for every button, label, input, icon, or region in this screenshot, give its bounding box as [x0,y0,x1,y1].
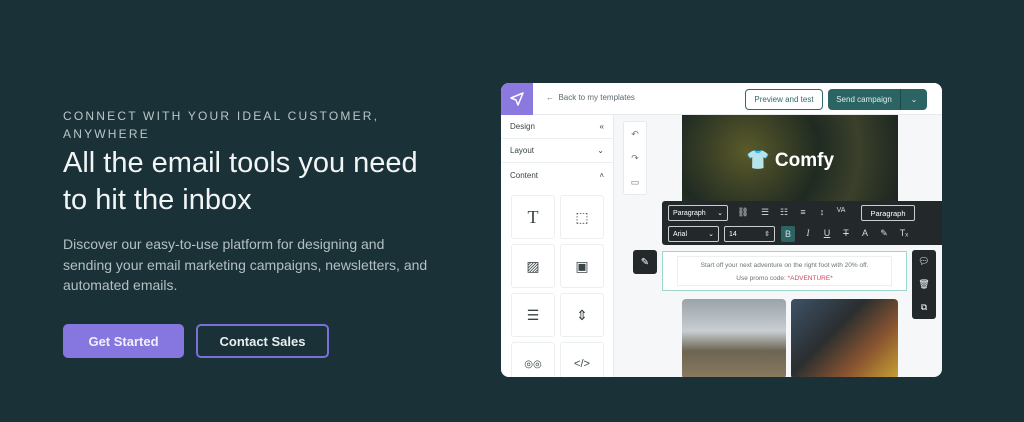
text-color-icon[interactable]: A [858,228,872,238]
block-actions: 💬︎ 🗑︎ ⧉ [912,250,936,319]
bold-icon[interactable]: B [781,226,795,242]
clear-format-icon[interactable]: Tₓ [897,228,911,238]
hero-description: Discover our easy-to-use platform for de… [63,236,428,293]
link-icon[interactable]: ⛓ [736,207,750,218]
chevron-down-icon: ⌄ [597,146,604,155]
text-block-content[interactable]: Start off your next adventure on the rig… [677,256,892,286]
collapse-icon: « [599,122,604,131]
font-size-stepper[interactable]: 14 ⇳ [724,226,775,242]
boots-photo [791,299,898,377]
redo-icon[interactable]: ↷ [624,146,646,170]
social-block-icon[interactable]: ◎◎ [511,342,555,377]
font-select[interactable]: Arial ⌄ [668,226,719,242]
text-format-toolbar: Paragraph ⌄ ⛓ ☰ ☷ ≡ ↕ VA Paragraph Arial ⌄… [662,201,942,245]
back-link[interactable]: ← Back to my templates [546,93,635,102]
block-type-select[interactable]: Paragraph ⌄ [668,205,728,221]
editor-sidebar: Design « Layout ⌄ Content ˄ T ⬚ ▨ ▣ ☰ ⇕ ◎◎ … [501,115,614,377]
chevron-down-icon: ⌄ [717,210,723,217]
text-block-icon[interactable]: T [511,195,555,239]
sidebar-item-content[interactable]: Content ˄ [501,163,613,187]
bullet-list-icon[interactable]: ☰ [758,207,772,218]
editor-header: ← Back to my templates Preview and test … [501,83,942,115]
header-image: 👕 Comfy [682,115,898,205]
history-tools: ↶ ↷ ▭ [623,121,647,195]
video-block-icon[interactable]: ▣ [560,244,604,288]
comment-icon[interactable]: ▭ [624,170,646,194]
edit-pencil-icon[interactable]: ✎ [633,250,657,274]
duplicate-icon[interactable]: ⧉ [912,296,936,319]
sidebar-item-layout[interactable]: Layout ⌄ [501,139,613,163]
numbered-list-icon[interactable]: ☷ [777,207,791,218]
hero-title: All the email tools you need to hit the … [63,147,418,216]
brand-logo: 👕 Comfy [745,150,835,171]
underline-icon[interactable]: U [820,228,834,238]
chevron-down-icon: ⌄ [708,231,714,238]
undo-icon[interactable]: ↶ [624,122,646,146]
trash-icon[interactable]: 🗑︎ [912,273,936,296]
chevron-down-icon[interactable]: ⌄ [901,89,927,110]
html-block-icon[interactable]: </> [560,342,604,377]
promo-code: *ADVENTURE* [787,275,833,282]
button-block-icon[interactable]: ⬚ [560,195,604,239]
editor-preview: ← Back to my templates Preview and test … [501,83,942,377]
hiker-photo [682,299,786,377]
italic-icon[interactable]: I [801,228,815,238]
letter-spacing-icon[interactable]: VA [834,207,848,214]
chevron-up-icon: ˄ [599,170,604,180]
strikethrough-icon[interactable]: T [839,228,853,238]
stepper-icon: ⇳ [764,231,770,238]
paragraph-style-button[interactable]: Paragraph [861,205,915,221]
text-block-selected[interactable]: Start off your next adventure on the rig… [662,251,907,291]
align-icon[interactable]: ≡ [796,207,810,217]
hero-eyebrow: CONNECT WITH YOUR IDEAL CUSTOMER, ANYWHE… [63,109,380,141]
get-started-button[interactable]: Get Started [63,324,184,358]
image-block-icon[interactable]: ▨ [511,244,555,288]
comment-icon[interactable]: 💬︎ [912,250,936,273]
arrow-left-icon: ← [546,93,559,102]
spacer-block-icon[interactable]: ⇕ [560,293,604,337]
send-campaign-button[interactable]: Send campaign ⌄ [828,89,927,110]
sidebar-item-design[interactable]: Design « [501,115,613,139]
divider-block-icon[interactable]: ☰ [511,293,555,337]
line-height-icon[interactable]: ↕ [815,207,829,217]
paper-plane-icon[interactable] [501,83,533,115]
contact-sales-button[interactable]: Contact Sales [196,324,329,358]
highlight-icon[interactable]: ✎ [877,228,891,239]
preview-test-button[interactable]: Preview and test [745,89,823,110]
